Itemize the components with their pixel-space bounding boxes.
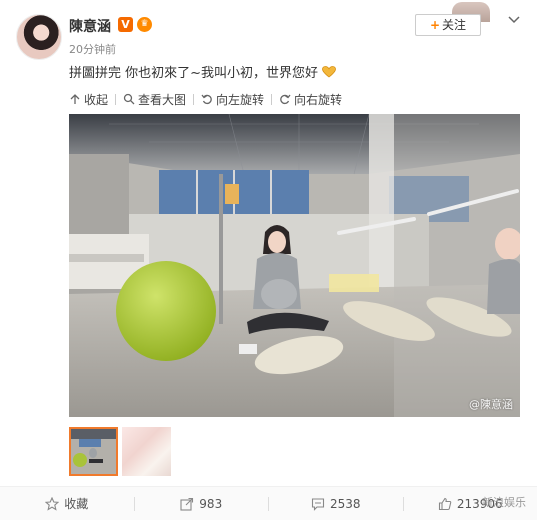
plus-icon: + <box>429 18 441 32</box>
post-actions: 收藏 983 2538 213906 <box>0 486 537 520</box>
search-icon <box>123 93 135 105</box>
toolbar-divider <box>115 93 117 105</box>
collapse-button[interactable]: 收起 <box>69 91 108 108</box>
comment-count: 2538 <box>329 496 361 511</box>
rotate-right-icon <box>280 94 291 105</box>
rotate-left-button[interactable]: 向左旋转 <box>201 91 264 108</box>
like-icon <box>438 497 452 510</box>
rotate-left-icon <box>201 94 212 105</box>
collapse-icon <box>70 94 80 104</box>
toolbar-divider <box>271 93 273 105</box>
star-icon <box>45 496 60 511</box>
verified-badge: V <box>118 17 133 32</box>
post-header: 陳意涵 V ♛ 20分钟前 + 关注 <box>0 0 537 60</box>
toolbar-divider <box>193 93 195 105</box>
photo-watermark: @陳意涵 <box>469 398 513 411</box>
repost-button[interactable]: 983 <box>135 497 269 511</box>
thumbnail-1[interactable] <box>69 427 118 476</box>
repost-count: 983 <box>199 496 223 511</box>
rotate-right-button[interactable]: 向右旋转 <box>279 91 342 108</box>
favorite-label: 收藏 <box>64 497 89 511</box>
thumbnail-strip <box>69 427 171 476</box>
post-time[interactable]: 20分钟前 <box>69 41 116 57</box>
post-text-content: 拼圖拼完 你也初來了~我叫小初，世界您好 <box>69 66 319 81</box>
view-large-button[interactable]: 查看大图 <box>123 91 186 108</box>
comment-button[interactable]: 2538 <box>269 497 403 511</box>
follow-button[interactable]: + 关注 <box>415 14 481 36</box>
rotate-left-label: 向左旋转 <box>216 92 265 107</box>
favorite-button[interactable]: 收藏 <box>0 495 134 512</box>
source-watermark: 新浪娱乐 <box>482 496 526 509</box>
follow-label: 关注 <box>442 18 467 32</box>
username[interactable]: 陳意涵 <box>69 16 111 36</box>
post-text: 拼圖拼完 你也初來了~我叫小初，世界您好 <box>69 62 337 81</box>
collapse-label: 收起 <box>84 92 109 107</box>
comment-icon <box>311 497 325 511</box>
thumbnail-1-image <box>71 429 116 474</box>
heart-icon <box>322 66 337 78</box>
more-chevron-icon[interactable] <box>506 12 522 28</box>
share-icon <box>180 497 194 511</box>
main-photo[interactable]: @陳意涵 <box>69 114 520 417</box>
rotate-right-label: 向右旋转 <box>294 92 343 107</box>
image-toolbar: 收起 查看大图 向左旋转 向右旋转 <box>69 91 342 107</box>
avatar[interactable] <box>16 14 62 60</box>
photo-scene <box>69 114 520 417</box>
crown-icon: ♛ <box>137 17 152 32</box>
thumbnail-2[interactable] <box>122 427 171 476</box>
view-large-label: 查看大图 <box>138 92 187 107</box>
